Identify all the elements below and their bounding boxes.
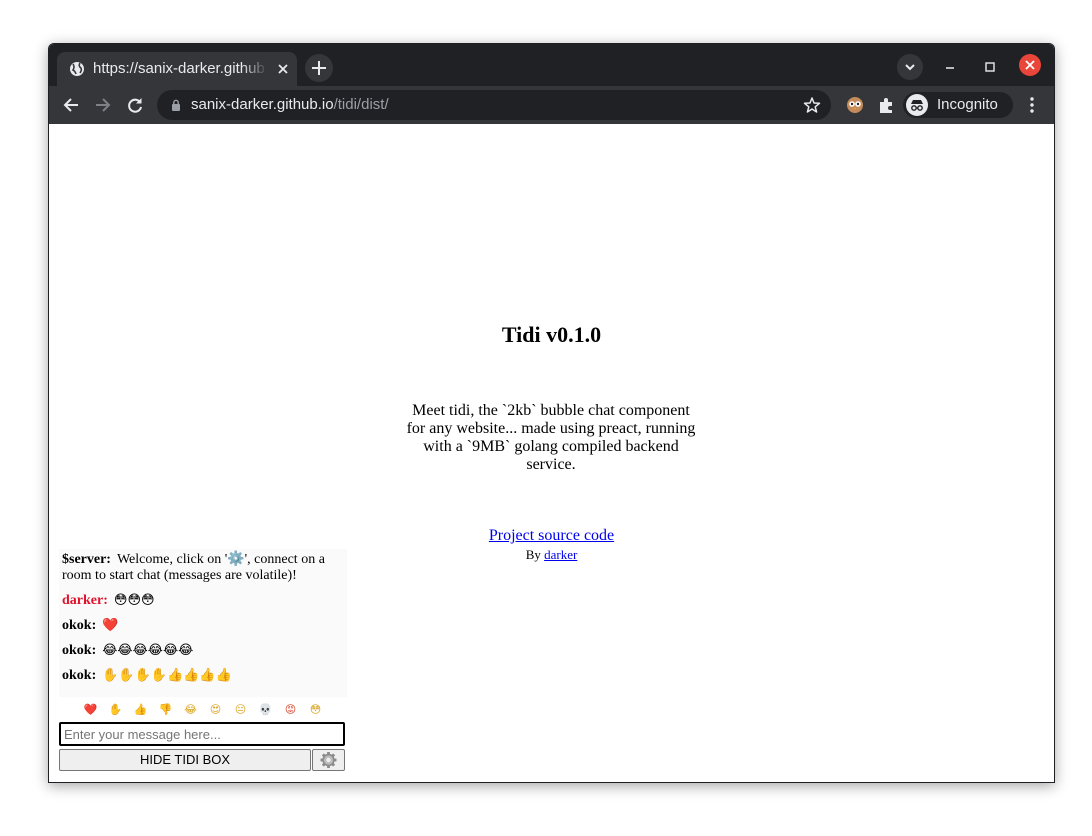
gear-icon xyxy=(320,752,337,768)
message-list: $server: Welcome, click on '⚙️', connect … xyxy=(59,549,347,697)
incognito-profile-button[interactable]: Incognito xyxy=(903,92,1013,118)
quick-emoji-bar: ❤️ ✋ 👍 👎 😂 😍 😐 💀 😡 😳 xyxy=(59,701,347,719)
quick-emoji-laughing[interactable]: 😂 xyxy=(178,701,203,719)
hide-tidi-box-button[interactable]: HIDE TIDI BOX xyxy=(59,749,311,771)
quick-emoji-heart-eyes[interactable]: 😍 xyxy=(203,701,228,719)
browser-tab[interactable]: https://sanix-darker.github.io/tidi/dist… xyxy=(57,52,297,86)
forward-arrow-icon[interactable] xyxy=(93,95,113,115)
tab-search-button[interactable] xyxy=(897,54,923,80)
chat-message: darker: 😳😳😳 xyxy=(62,593,338,609)
browser-toolbar: sanix-darker.github.io/tidi/dist/ Incogn… xyxy=(49,86,1054,124)
window-close-button[interactable] xyxy=(1019,54,1041,76)
quick-emoji-thumbs-down[interactable]: 👎 xyxy=(153,701,178,719)
tidi-chat-box: $server: Welcome, click on '⚙️', connect … xyxy=(59,549,347,779)
quick-emoji-heart[interactable]: ❤️ xyxy=(78,701,103,719)
project-source-link[interactable]: Project source code xyxy=(489,527,614,544)
back-arrow-icon[interactable] xyxy=(61,95,81,115)
message-author: okok: xyxy=(62,668,97,683)
chevron-down-icon xyxy=(905,64,915,71)
message-text: 😂😂😂😂😂😂 xyxy=(102,643,194,658)
quick-emoji-thumbs-up[interactable]: 👍 xyxy=(128,701,153,719)
chat-message: okok: 😂😂😂😂😂😂 xyxy=(62,643,338,659)
url-host: sanix-darker.github.io xyxy=(191,96,334,113)
source-link-container: Project source code xyxy=(49,526,1054,546)
quick-emoji-neutral[interactable]: 😐 xyxy=(228,701,253,719)
message-author: $server: xyxy=(62,552,111,567)
url-text: sanix-darker.github.io/tidi/dist/ xyxy=(191,96,389,114)
message-text: 😳😳😳 xyxy=(113,593,155,608)
extension-icon[interactable] xyxy=(845,95,865,115)
quick-emoji-skull[interactable]: 💀 xyxy=(253,701,278,719)
page-title: Tidi v0.1.0 xyxy=(501,322,602,347)
url-path: /tidi/dist/ xyxy=(333,96,389,113)
puzzle-icon[interactable] xyxy=(877,95,897,115)
reload-icon[interactable] xyxy=(125,95,145,115)
quick-emoji-hand[interactable]: ✋ xyxy=(103,701,128,719)
chat-message: okok: ✋✋✋✋👍👍👍👍 xyxy=(62,668,338,684)
incognito-label: Incognito xyxy=(937,96,998,113)
message-text: ❤️ xyxy=(102,618,119,633)
settings-button[interactable] xyxy=(312,749,345,771)
new-tab-button[interactable] xyxy=(305,54,333,82)
minimize-icon[interactable] xyxy=(941,58,959,76)
lock-icon[interactable] xyxy=(169,98,183,112)
message-author: okok: xyxy=(62,618,97,633)
maximize-icon[interactable] xyxy=(981,58,999,76)
close-icon[interactable] xyxy=(275,61,291,77)
chat-message: $server: Welcome, click on '⚙️', connect … xyxy=(62,552,338,584)
plus-icon xyxy=(312,61,326,75)
page-description: Meet tidi, the `2kb` bubble chat compone… xyxy=(406,402,696,473)
message-author: okok: xyxy=(62,643,97,658)
tab-strip: https://sanix-darker.github.io/tidi/dist… xyxy=(49,44,1054,86)
message-input[interactable] xyxy=(59,722,345,746)
kebab-menu-icon[interactable] xyxy=(1023,95,1041,115)
page-viewport: Tidi v0.1.0 Meet tidi, the `2kb` bubble … xyxy=(49,124,1054,782)
quick-emoji-flushed[interactable]: 😳 xyxy=(303,701,328,719)
tab-title: https://sanix-darker.github.io/tidi/dist… xyxy=(93,60,268,77)
globe-icon xyxy=(70,62,84,76)
chat-message: okok: ❤️ xyxy=(62,618,338,634)
close-icon xyxy=(1025,60,1035,70)
quick-emoji-angry[interactable]: 😡 xyxy=(278,701,303,719)
address-bar[interactable]: sanix-darker.github.io/tidi/dist/ xyxy=(157,90,831,120)
author-link[interactable]: darker xyxy=(544,547,577,562)
message-text: ✋✋✋✋👍👍👍👍 xyxy=(102,668,232,683)
message-author: darker: xyxy=(62,593,108,608)
browser-window: https://sanix-darker.github.io/tidi/dist… xyxy=(48,43,1055,783)
incognito-icon xyxy=(906,94,928,116)
byline-prefix: By xyxy=(525,547,541,562)
star-icon[interactable] xyxy=(803,96,821,114)
